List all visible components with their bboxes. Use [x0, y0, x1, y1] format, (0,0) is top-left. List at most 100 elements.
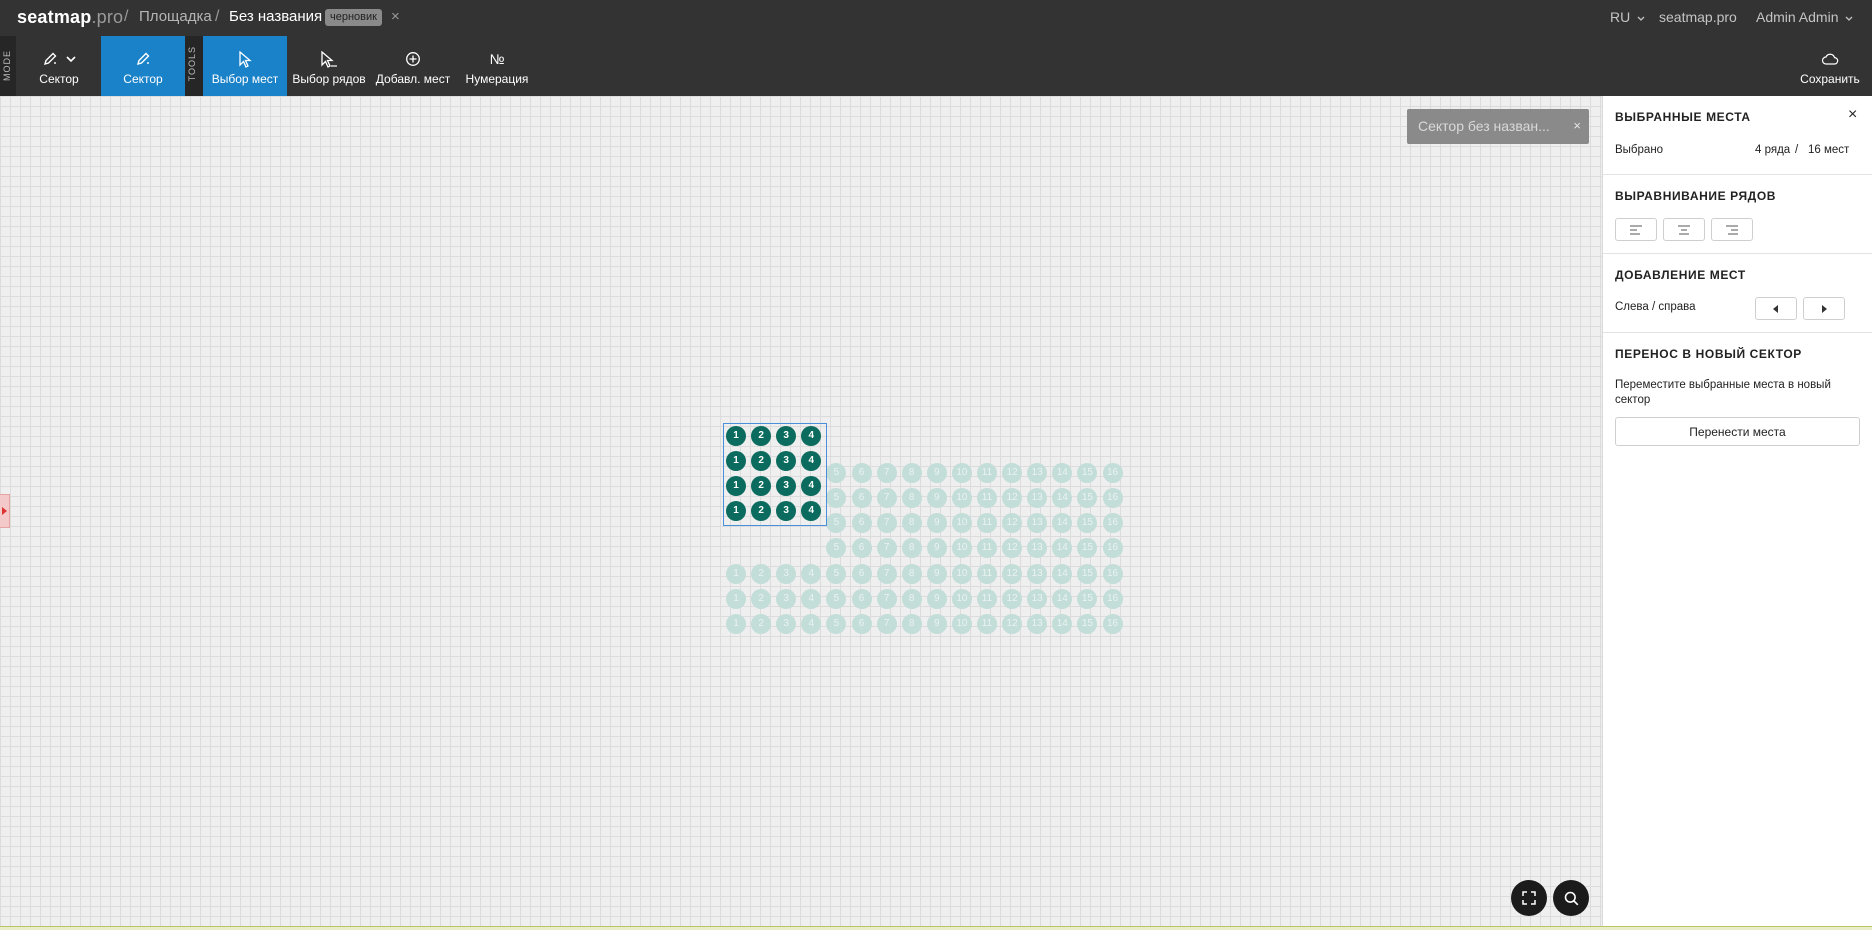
seat[interactable]: 8	[901, 513, 922, 534]
tools-strip: TOOLS	[185, 36, 203, 96]
selection-box	[723, 423, 827, 526]
close-icon[interactable]: ×	[1573, 118, 1581, 133]
seat[interactable]: 6	[851, 538, 872, 559]
seat[interactable]: 7	[876, 614, 897, 635]
seat[interactable]: 6	[851, 488, 872, 509]
cursor-rows-icon	[321, 50, 337, 68]
add-seats-tool[interactable]: Добавл. мест	[372, 36, 454, 96]
selected-seats-section: ВЫБРАННЫЕ МЕСТА × Выбрано 4 ряда / 16 ме…	[1603, 96, 1872, 175]
user-menu[interactable]: Admin Admin	[1756, 9, 1853, 25]
seat[interactable]: 10	[951, 488, 972, 509]
add-left-button[interactable]	[1755, 297, 1797, 320]
seat[interactable]: 16	[1102, 564, 1123, 584]
breadcrumb-separator: /	[215, 8, 220, 25]
move-to-sector-text: Переместите выбранные места в новый сект…	[1615, 379, 1831, 406]
align-left-button[interactable]	[1615, 218, 1657, 241]
seat[interactable]: 8	[901, 564, 922, 584]
seat[interactable]: 8	[901, 538, 922, 559]
seat[interactable]: 9	[926, 538, 947, 559]
align-center-button[interactable]	[1663, 218, 1705, 241]
save-button[interactable]: Сохранить	[1790, 36, 1870, 96]
seat[interactable]: 9	[926, 589, 947, 610]
add-seats-section: ДОБАВЛЕНИЕ МЕСТ Слева / справа	[1603, 254, 1872, 333]
sector-tool-label: Сектор	[123, 72, 163, 86]
seat[interactable]: 1	[726, 564, 746, 584]
search-button[interactable]	[1553, 880, 1589, 916]
seat[interactable]: 10	[951, 564, 972, 584]
seat[interactable]: 8	[901, 589, 922, 610]
draft-badge: черновик	[325, 9, 382, 26]
selected-separator: /	[1795, 144, 1799, 156]
seat[interactable]: 6	[851, 463, 872, 483]
seat[interactable]: 8	[901, 463, 922, 483]
close-icon[interactable]: ×	[1848, 106, 1857, 124]
move-to-sector-title: ПЕРЕНОС В НОВЫЙ СЕКТОР	[1615, 347, 1802, 361]
seat[interactable]: 7	[876, 463, 897, 483]
seat[interactable]: 7	[876, 564, 897, 584]
move-to-sector-section: ПЕРЕНОС В НОВЫЙ СЕКТОР Переместите выбра…	[1603, 333, 1872, 469]
numbering-tool[interactable]: № Нумерация	[455, 36, 539, 96]
chevron-down-icon	[1637, 16, 1645, 21]
close-icon[interactable]: ×	[391, 8, 400, 25]
left-panel-toggle[interactable]	[0, 494, 10, 528]
caret-right-icon	[1822, 304, 1827, 313]
breadcrumb-venue[interactable]: Площадка	[139, 8, 212, 25]
plus-circle-icon	[406, 52, 420, 66]
seat[interactable]: 12	[1002, 564, 1023, 584]
seat[interactable]: 2	[751, 564, 772, 584]
seat[interactable]: 6	[851, 589, 872, 610]
seat[interactable]: 9	[926, 564, 947, 584]
seat[interactable]: 6	[851, 564, 872, 584]
add-right-button[interactable]	[1803, 297, 1845, 320]
seat[interactable]: 7	[876, 513, 897, 534]
seat[interactable]: 10	[951, 513, 972, 534]
mode-dropdown-label: Сектор	[39, 72, 79, 86]
breadcrumb-title: Без названия	[229, 8, 323, 25]
seat[interactable]: 11	[977, 564, 997, 584]
cursor-icon	[239, 50, 252, 68]
seat[interactable]: 11	[977, 589, 997, 610]
seat[interactable]: 7	[876, 589, 897, 610]
seat[interactable]: 16	[1102, 614, 1123, 635]
seat[interactable]: 7	[876, 488, 897, 509]
numero-icon: №	[489, 51, 505, 67]
select-seats-tool[interactable]: Выбор мест	[203, 36, 287, 96]
seat[interactable]: 10	[951, 463, 972, 483]
fullscreen-button[interactable]	[1511, 880, 1547, 916]
select-seats-label: Выбор мест	[211, 72, 279, 86]
seat[interactable]: 9	[926, 513, 947, 534]
bottom-line	[0, 926, 1872, 930]
seat[interactable]: 16	[1102, 538, 1123, 559]
seat[interactable]: 11	[977, 463, 997, 483]
selected-label: Выбрано	[1615, 144, 1664, 156]
seat[interactable]: 16	[1102, 513, 1123, 534]
seat[interactable]: 16	[1102, 463, 1123, 483]
mode-label: MODE	[2, 50, 12, 81]
seat[interactable]: 10	[951, 589, 972, 610]
fullscreen-icon	[1522, 891, 1536, 905]
seat[interactable]: 9	[926, 463, 947, 483]
seat[interactable]: 16	[1102, 589, 1123, 610]
mode-dropdown[interactable]: Сектор	[18, 36, 100, 96]
chevron-down-icon	[1845, 16, 1853, 21]
move-seats-button[interactable]: Перенести места	[1615, 417, 1860, 446]
align-right-button[interactable]	[1711, 218, 1753, 241]
seat[interactable]: 9	[926, 614, 947, 635]
seat[interactable]: 8	[901, 614, 922, 635]
seat[interactable]: 1	[726, 589, 746, 610]
select-rows-tool[interactable]: Выбор рядов	[288, 36, 370, 96]
sector-tool[interactable]: Сектор	[101, 36, 185, 96]
seat[interactable]: 16	[1102, 488, 1123, 509]
seat[interactable]: 6	[851, 614, 872, 635]
add-seats-label: Слева / справа	[1615, 301, 1696, 313]
seat[interactable]: 8	[901, 488, 922, 509]
seat[interactable]: 11	[977, 488, 997, 509]
logo[interactable]: seatmap.pro	[17, 7, 123, 28]
language-select[interactable]: RU	[1610, 9, 1645, 25]
site-link[interactable]: seatmap.pro	[1659, 9, 1737, 25]
seat[interactable]: 10	[951, 614, 972, 635]
seat[interactable]: 6	[851, 513, 872, 534]
seat[interactable]: 12	[1002, 463, 1023, 483]
seat[interactable]: 7	[876, 538, 897, 559]
seat[interactable]: 9	[926, 488, 947, 509]
